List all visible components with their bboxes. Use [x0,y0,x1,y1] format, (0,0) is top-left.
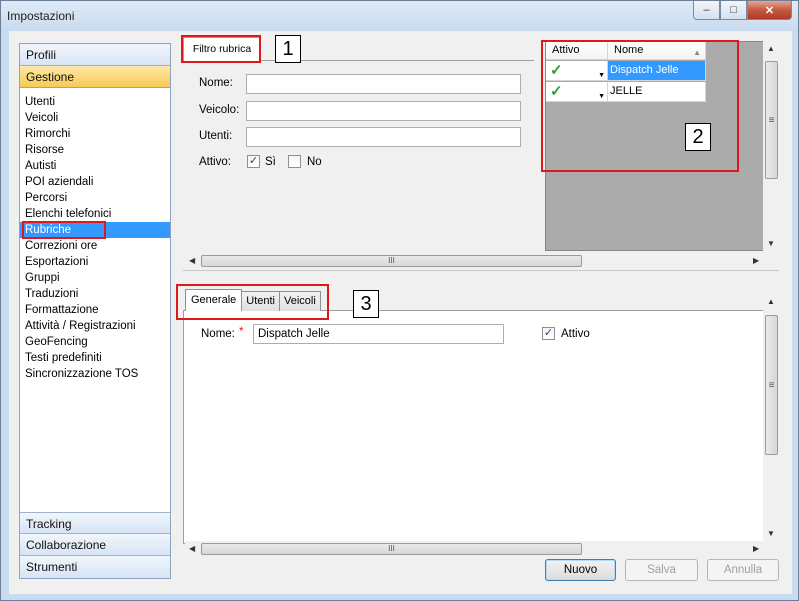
salva-button[interactable]: Salva [625,559,698,581]
nav-group-tracking[interactable]: Tracking [20,512,170,534]
detail-nome-input[interactable]: Dispatch Jelle [253,324,504,344]
sidebar-item-sincronizzazione-tos[interactable]: Sincronizzazione TOS [20,366,170,382]
required-marker: * [239,326,244,338]
filter-panel: Nome: Veicolo: Utenti: Attivo: ✓ Sì No F… [183,37,534,258]
sidebar-item-traduzioni[interactable]: Traduzioni [20,286,170,302]
sidebar-item-poi-aziendali[interactable]: POI aziendali [20,174,170,190]
detail-nome-label: Nome: [201,328,235,340]
panel-splitter[interactable] [183,270,779,273]
sidebar-item-autisti[interactable]: Autisti [20,158,170,174]
window-title: Impostazioni [7,9,75,23]
grid-vscrollbar[interactable]: ▲ ≡ ▼ [763,41,780,251]
nuovo-button[interactable]: Nuovo [545,559,616,581]
detail-attivo-label: Attivo [561,328,590,340]
sidebar-item-veicoli[interactable]: Veicoli [20,110,170,126]
filter-si-checkbox[interactable]: ✓ [247,155,260,168]
nav-group-strumenti[interactable]: Strumenti [20,556,170,578]
scroll-up-arrow[interactable]: ▲ [767,297,775,306]
nav-group-collaborazione[interactable]: Collaborazione [20,534,170,556]
detail-hscroll-thumb[interactable]: III [201,543,582,555]
sidebar-item-correzioni-ore[interactable]: Correzioni ore [20,238,170,254]
sidebar-item-testi-predefiniti[interactable]: Testi predefiniti [20,350,170,366]
callout-filter-tab [181,35,261,63]
sidebar-item-attivita-registrazioni[interactable]: Attività / Registrazioni [20,318,170,334]
filter-veicolo-label: Veicolo: [199,104,240,116]
callout-grid [541,40,739,172]
callout-rubriche-highlight [22,221,106,239]
nav-group-gestione[interactable]: Gestione [20,66,170,88]
scroll-down-arrow[interactable]: ▼ [767,239,775,248]
callout-number-1: 1 [275,35,301,63]
filter-nome-label: Nome: [199,77,233,89]
detail-attivo-checkbox[interactable]: ✓ [542,327,555,340]
filter-hscrollbar[interactable]: ◀ III ▶ [185,253,779,269]
close-button[interactable]: ✕ [747,1,792,20]
filter-hscroll-thumb[interactable]: III [201,255,582,267]
filter-no-label: No [307,156,322,168]
scroll-right-arrow[interactable]: ▶ [753,544,759,553]
scroll-left-arrow[interactable]: ◀ [189,544,195,553]
filter-body: Nome: Veicolo: Utenti: Attivo: ✓ Sì No [183,60,534,258]
tab-generale[interactable]: Generale [185,289,243,311]
sidebar-item-esportazioni[interactable]: Esportazioni [20,254,170,270]
filter-utenti-input[interactable] [246,127,521,147]
sidebar-item-percorsi[interactable]: Percorsi [20,190,170,206]
settings-window: Impostazioni – □ ✕ Profili Gestione Uten… [0,0,799,601]
annulla-button[interactable]: Annulla [707,559,779,581]
sidebar-item-rimorchi[interactable]: Rimorchi [20,126,170,142]
sidebar-item-utenti[interactable]: Utenti [20,94,170,110]
detail-vscroll-thumb[interactable]: ≡ [765,315,778,455]
sidebar-item-formattazione[interactable]: Formattazione [20,302,170,318]
title-bar[interactable]: Impostazioni – □ ✕ [1,1,798,31]
minimize-button[interactable]: – [693,1,720,20]
sidebar: Profili Gestione Utenti Veicoli Rimorchi… [19,43,171,579]
sidebar-item-gruppi[interactable]: Gruppi [20,270,170,286]
grid-vscroll-thumb[interactable]: ≡ [765,61,778,179]
filter-no-checkbox[interactable] [288,155,301,168]
nav-group-profili[interactable]: Profili [20,44,170,66]
callout-number-2: 2 [685,123,711,151]
detail-panel: Nome: * Dispatch Jelle ✓ Attivo [183,310,779,544]
filter-attivo-label: Attivo: [199,156,231,168]
maximize-button[interactable]: □ [720,1,747,20]
scroll-right-arrow[interactable]: ▶ [753,256,759,265]
sidebar-item-geofencing[interactable]: GeoFencing [20,334,170,350]
sidebar-item-elenchi-telefonici[interactable]: Elenchi telefonici [20,206,170,222]
detail-vscrollbar[interactable]: ▲ ≡ ▼ [763,294,780,541]
scroll-down-arrow[interactable]: ▼ [767,529,775,538]
scroll-up-arrow[interactable]: ▲ [767,44,775,53]
filter-si-label: Sì [265,156,276,168]
window-client: Profili Gestione Utenti Veicoli Rimorchi… [9,31,792,594]
scroll-left-arrow[interactable]: ◀ [189,256,195,265]
sidebar-item-risorse[interactable]: Risorse [20,142,170,158]
filter-nome-input[interactable] [246,74,521,94]
callout-number-3: 3 [353,290,379,318]
filter-utenti-label: Utenti: [199,130,233,142]
filter-veicolo-input[interactable] [246,101,521,121]
detail-hscrollbar[interactable]: ◀ III ▶ [185,541,779,557]
